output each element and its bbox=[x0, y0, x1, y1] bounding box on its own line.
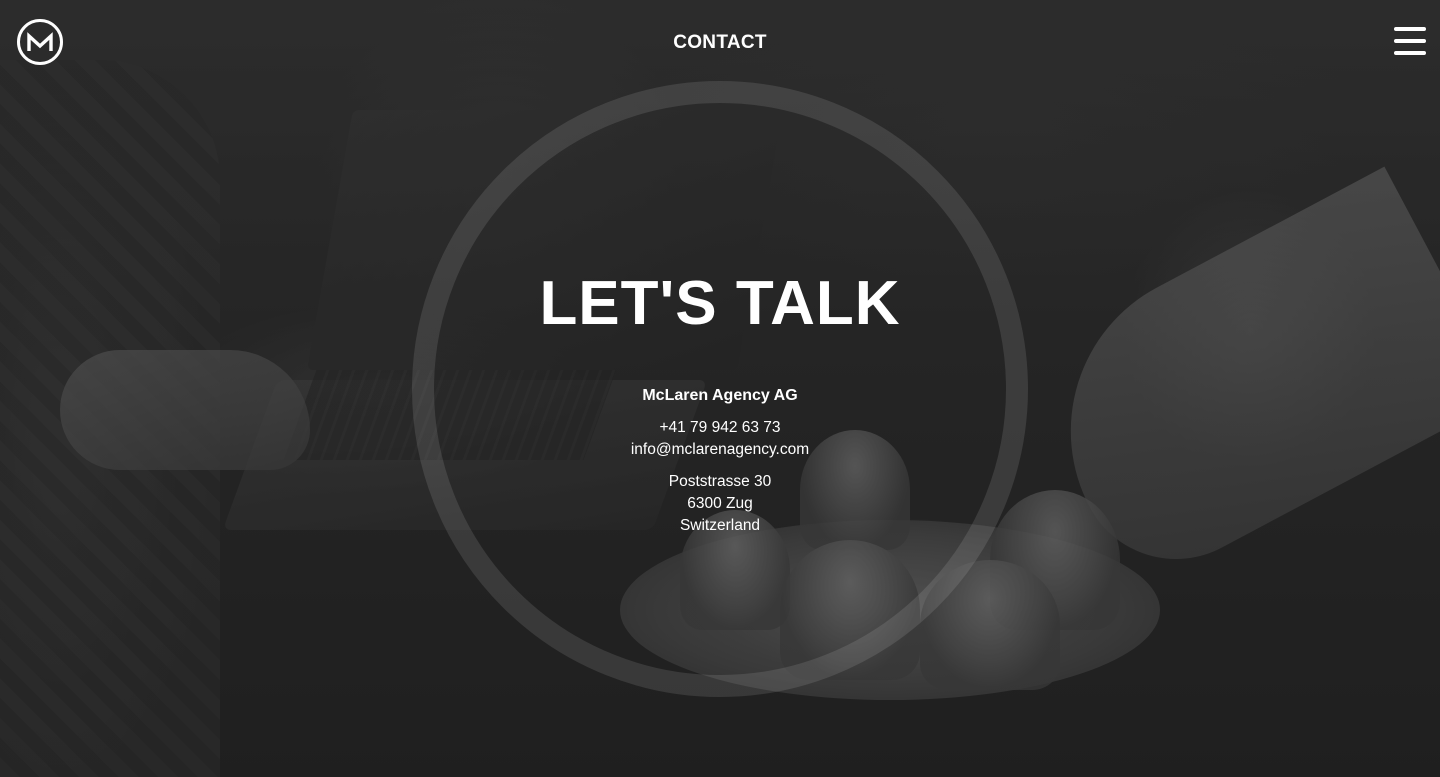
company-name: McLaren Agency AG bbox=[642, 387, 798, 404]
phone-link[interactable]: +41 79 942 63 73 bbox=[0, 417, 1440, 439]
address-street: Poststrasse 30 bbox=[668, 473, 772, 490]
menu-bar bbox=[1394, 27, 1426, 31]
address-city: 6300 Zug bbox=[687, 495, 753, 512]
menu-bar bbox=[1394, 51, 1426, 55]
page-title: CONTACT bbox=[673, 32, 767, 53]
address-country: Switzerland bbox=[679, 517, 761, 534]
menu-bar bbox=[1394, 39, 1426, 43]
email-link[interactable]: info@mclarenagency.com bbox=[0, 439, 1440, 461]
contact-page: CONTACT LET'S TALK McLaren Agency AG +41… bbox=[0, 0, 1440, 777]
hamburger-menu-icon[interactable] bbox=[1394, 27, 1426, 55]
contact-details: McLaren Agency AG +41 79 942 63 73 info@… bbox=[0, 385, 1440, 537]
headline: LET'S TALK bbox=[539, 269, 901, 338]
